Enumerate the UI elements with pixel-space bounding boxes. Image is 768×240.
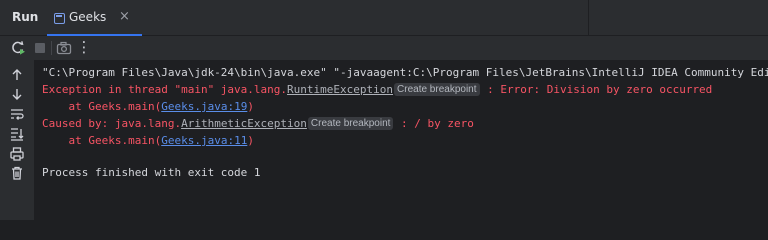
caused-by-message: : / by zero <box>394 117 474 130</box>
rerun-icon[interactable] <box>9 39 27 57</box>
caused-by-line: Caused by: java.lang.ArithmeticException… <box>42 115 474 132</box>
stack-prefix: at Geeks.main( <box>42 134 162 147</box>
header-divider <box>588 0 589 36</box>
create-breakpoint-button[interactable]: Create breakpoint <box>394 83 480 96</box>
more-icon[interactable]: ⋮ <box>75 39 93 57</box>
stop-icon[interactable] <box>31 39 49 57</box>
exception-line: Exception in thread "main" java.lang.Run… <box>42 81 712 98</box>
exception-message: : Error: Division by zero occurred <box>480 83 713 96</box>
source-link[interactable]: Geeks.java:19 <box>161 100 247 113</box>
exception-prefix: Exception in thread "main" java.lang. <box>42 83 288 96</box>
soft-wrap-icon[interactable] <box>9 106 25 122</box>
tab-label: Geeks <box>69 10 107 24</box>
caused-by-prefix: Caused by: java.lang. <box>42 117 182 130</box>
run-title: Run <box>12 10 39 24</box>
console-output[interactable]: "C:\Program Files\Java\jdk-24\bin\java.e… <box>34 60 768 220</box>
command-line: "C:\Program Files\Java\jdk-24\bin\java.e… <box>42 66 768 79</box>
tab-geeks[interactable]: Geeks × <box>47 0 142 36</box>
camera-icon[interactable] <box>55 39 73 57</box>
trash-icon[interactable] <box>9 165 25 181</box>
source-link[interactable]: Geeks.java:11 <box>161 134 247 147</box>
stack-trace-line: at Geeks.main(Geeks.java:11) <box>42 132 254 149</box>
arrow-down-icon[interactable] <box>9 86 25 102</box>
application-window-icon <box>54 13 65 24</box>
scroll-to-end-icon[interactable] <box>9 126 25 142</box>
exception-class-link[interactable]: ArithmeticException <box>181 117 307 130</box>
console-side-toolbar <box>0 60 34 220</box>
stack-trace-line: at Geeks.main(Geeks.java:19) <box>42 98 254 115</box>
tool-window-header: Run Geeks × <box>0 0 768 36</box>
run-toolbar: ⋮ <box>0 36 768 60</box>
create-breakpoint-button[interactable]: Create breakpoint <box>307 117 394 130</box>
stack-prefix: at Geeks.main( <box>42 100 162 113</box>
arrow-up-icon[interactable] <box>9 67 25 83</box>
close-icon[interactable]: × <box>119 9 130 25</box>
toolbar-separator <box>51 41 52 55</box>
print-icon[interactable] <box>9 146 25 162</box>
exit-code-line: Process finished with exit code 1 <box>42 166 261 179</box>
run-tool-window: Run Geeks × ⋮ "C:\Program Files\Java\jdk… <box>0 0 768 220</box>
exception-class-link[interactable]: RuntimeException <box>287 83 393 96</box>
stack-suffix: ) <box>247 134 254 147</box>
stack-suffix: ) <box>247 100 254 113</box>
